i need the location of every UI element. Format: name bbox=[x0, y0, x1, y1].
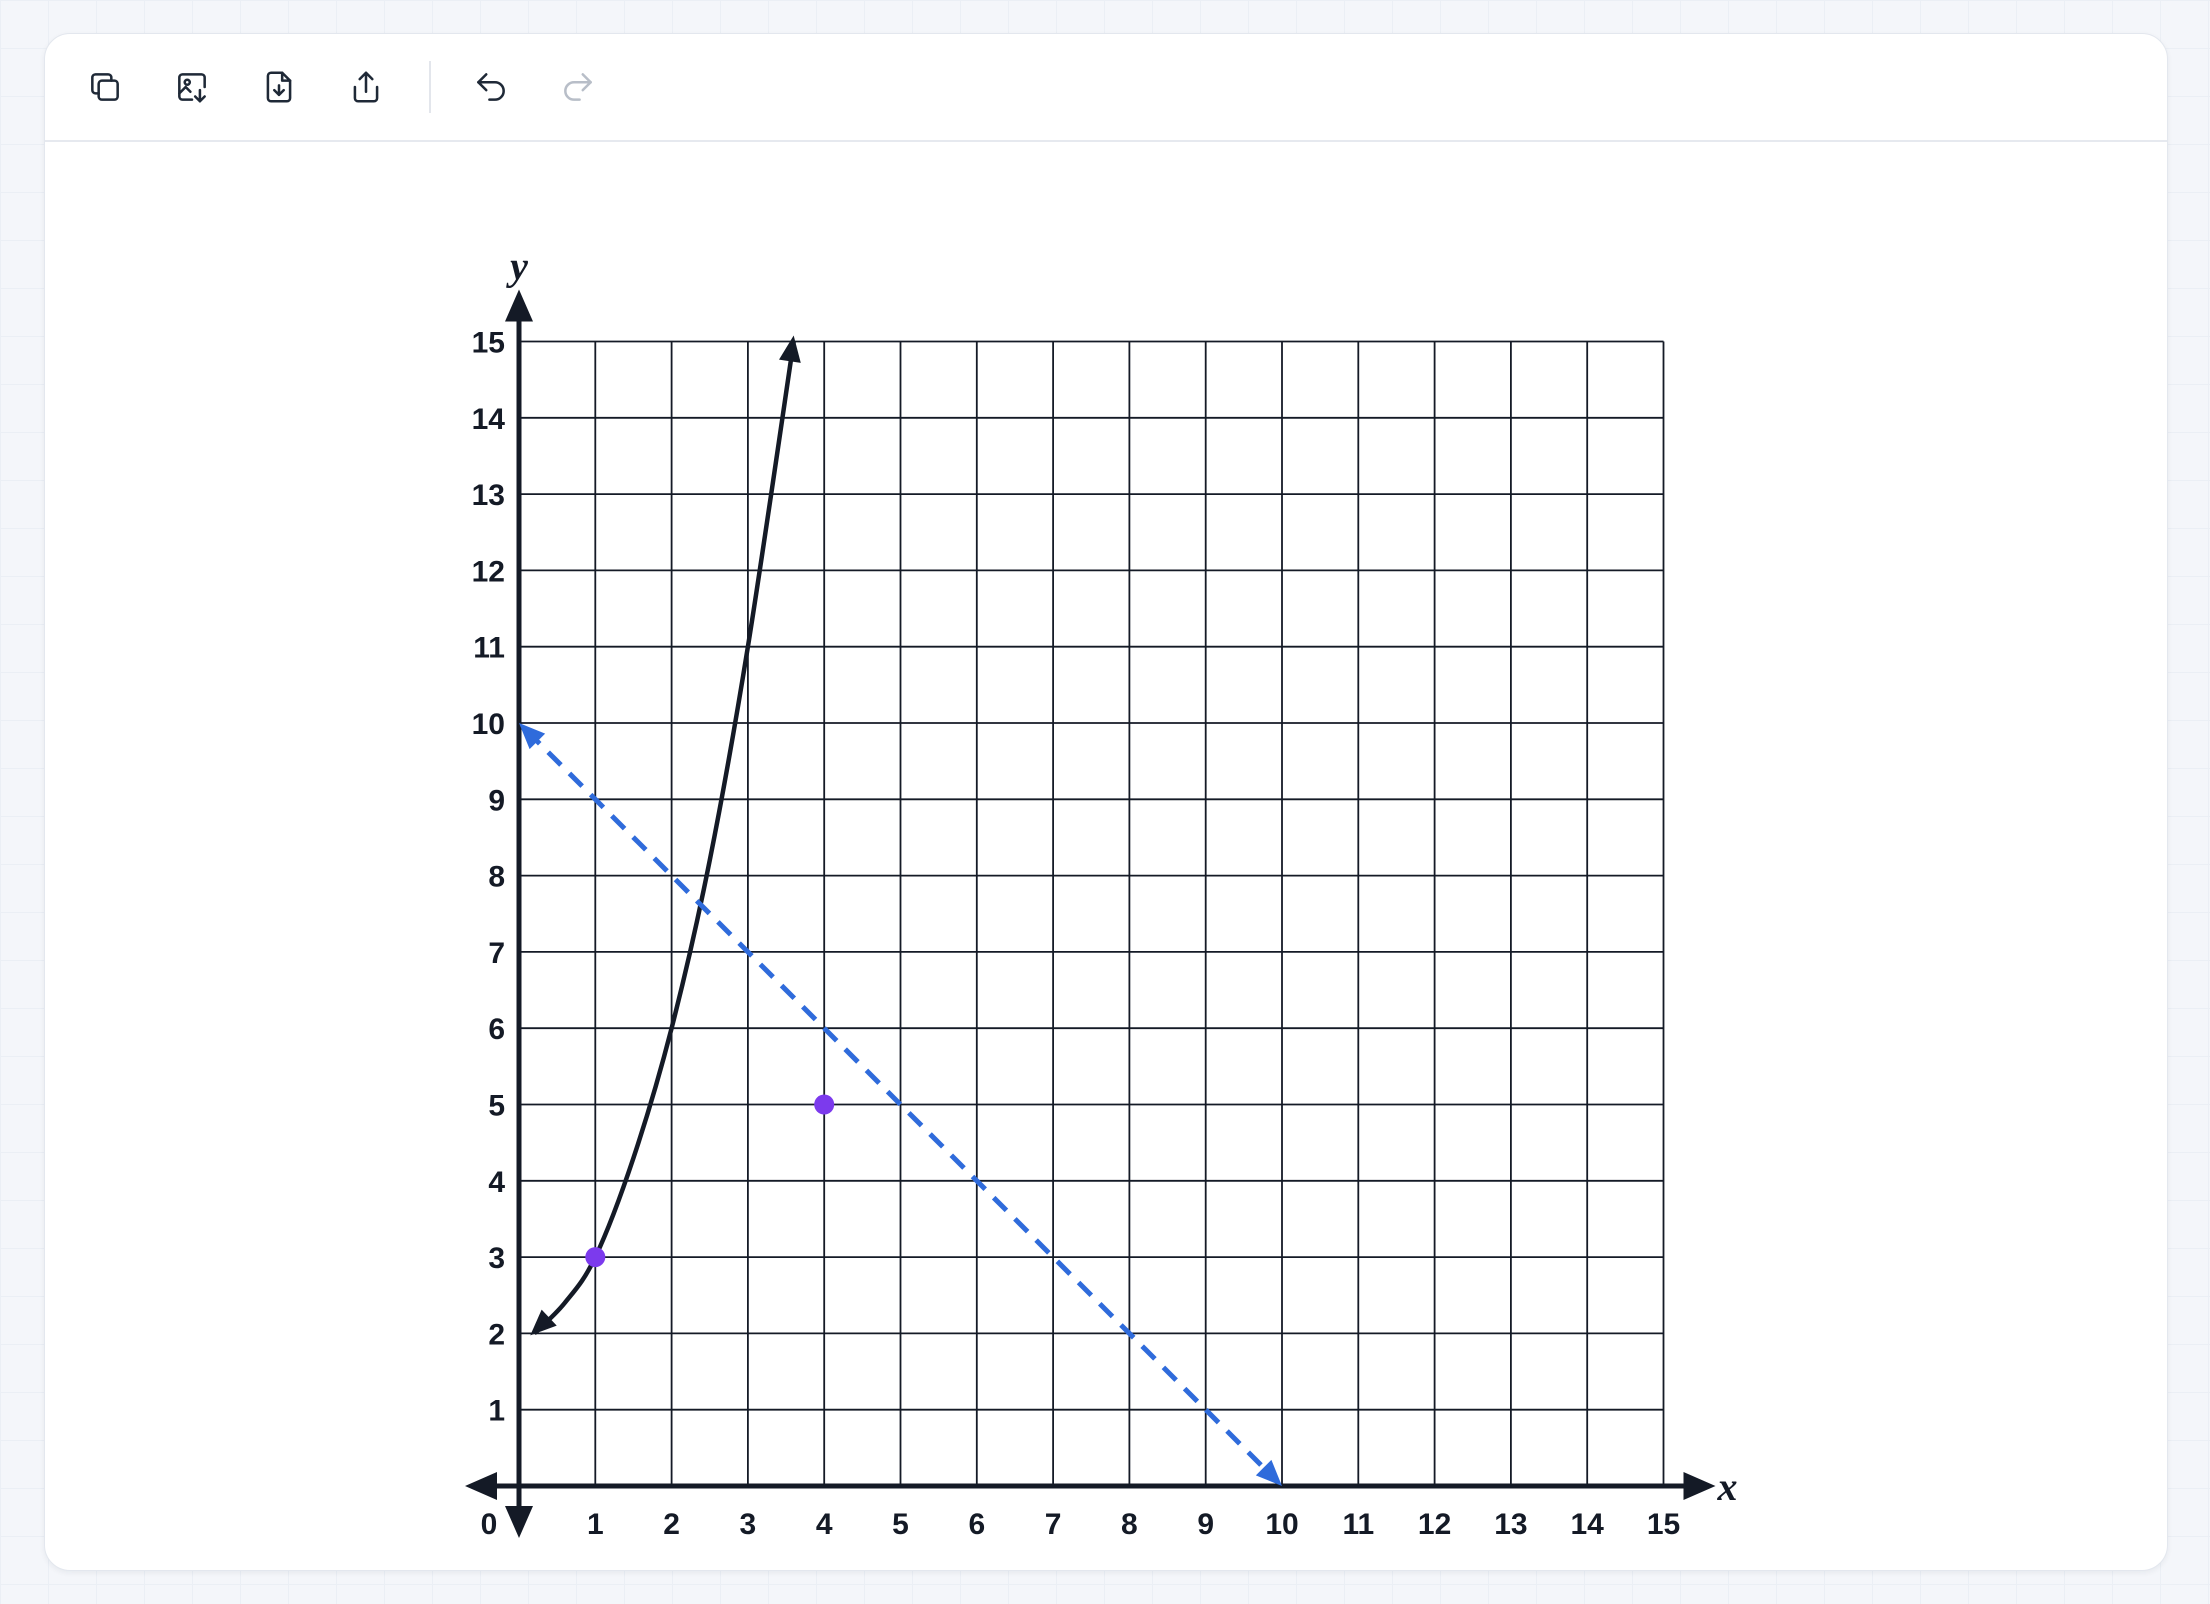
line-arrow-top bbox=[519, 723, 546, 750]
grid-lines bbox=[519, 340, 1665, 1486]
copy-button[interactable] bbox=[73, 55, 137, 119]
y-axis-arrow-up bbox=[505, 289, 533, 322]
x-tick-label-2: 2 bbox=[663, 1508, 680, 1541]
x-tick-label-6: 6 bbox=[968, 1508, 985, 1541]
toolbar-separator bbox=[429, 61, 431, 113]
y-tick-label-14: 14 bbox=[472, 403, 506, 436]
y-axis-arrow-down bbox=[505, 1506, 533, 1538]
x-tick-label-8: 8 bbox=[1121, 1508, 1138, 1541]
graph-card: xy 0 1 2 3 4 5 6 7 8 9 10 11 12 13 14 15 1 2 3 4 5 6 7 8 9 10 11 12… bbox=[44, 33, 2168, 1571]
x-tick-label-1: 1 bbox=[587, 1508, 604, 1541]
share-icon bbox=[353, 71, 379, 103]
redo-button[interactable] bbox=[546, 55, 610, 119]
y-tick-label-13: 13 bbox=[472, 479, 505, 512]
x-tick-label-15: 15 bbox=[1647, 1508, 1680, 1541]
y-tick-label-9: 9 bbox=[488, 784, 505, 817]
image-download-icon bbox=[178, 73, 206, 103]
file-download-icon bbox=[266, 71, 292, 103]
y-tick-label-5: 5 bbox=[488, 1090, 505, 1123]
x-tick-label-10: 10 bbox=[1265, 1508, 1298, 1541]
y-axis-label: y bbox=[506, 244, 528, 289]
y-tick-label-7: 7 bbox=[488, 937, 505, 970]
undo-icon bbox=[477, 73, 505, 101]
x-tick-label-14: 14 bbox=[1571, 1508, 1605, 1541]
axes: xy bbox=[465, 244, 1738, 1538]
x-tick-label-9: 9 bbox=[1197, 1508, 1214, 1541]
y-tick-label-3: 3 bbox=[488, 1242, 505, 1275]
share-button[interactable] bbox=[334, 55, 398, 119]
y-tick-label-2: 2 bbox=[488, 1318, 505, 1351]
undo-button[interactable] bbox=[459, 55, 523, 119]
download-file-button[interactable] bbox=[247, 55, 311, 119]
data-point-2 bbox=[814, 1094, 835, 1115]
x-axis-arrow-right bbox=[1683, 1472, 1716, 1500]
x-tick-label-12: 12 bbox=[1418, 1508, 1451, 1541]
x-axis-arrow-left bbox=[465, 1472, 497, 1500]
graph-area: xy 0 1 2 3 4 5 6 7 8 9 10 11 12 13 14 15 1 2 3 4 5 6 7 8 9 10 11 12… bbox=[45, 144, 2167, 1570]
y-tick-label-4: 4 bbox=[488, 1166, 505, 1199]
y-tick-label-10: 10 bbox=[472, 708, 505, 741]
toolbar bbox=[45, 34, 2167, 142]
x-tick-label-5: 5 bbox=[892, 1508, 909, 1541]
tick-labels: 0 1 2 3 4 5 6 7 8 9 10 11 12 13 14 15123456789101112131… bbox=[472, 327, 1681, 1542]
y-tick-label-11: 11 bbox=[473, 632, 505, 665]
x-tick-label-13: 13 bbox=[1494, 1508, 1527, 1541]
y-tick-label-12: 12 bbox=[472, 555, 505, 588]
x-tick-label-7: 7 bbox=[1045, 1508, 1062, 1541]
x-axis-label: x bbox=[1717, 1464, 1738, 1509]
y-tick-label-8: 8 bbox=[488, 861, 505, 894]
curve-arrow-top bbox=[779, 335, 801, 363]
x-tick-label-11: 11 bbox=[1342, 1508, 1374, 1541]
data-point-1 bbox=[585, 1247, 606, 1268]
x-tick-label-4: 4 bbox=[816, 1508, 833, 1541]
x-tick-label-0: 0 bbox=[481, 1508, 498, 1541]
y-tick-label-6: 6 bbox=[488, 1013, 505, 1046]
y-tick-label-15: 15 bbox=[472, 327, 505, 360]
y-tick-label-1: 1 bbox=[488, 1395, 505, 1428]
x-tick-label-3: 3 bbox=[740, 1508, 757, 1541]
curve-series bbox=[532, 341, 796, 1336]
coordinate-plane[interactable]: xy 0 1 2 3 4 5 6 7 8 9 10 11 12 13 14 15123456789101112… bbox=[45, 144, 2167, 1570]
save-image-button[interactable] bbox=[160, 55, 224, 119]
redo-icon bbox=[564, 73, 592, 101]
copy-icon bbox=[91, 73, 119, 101]
